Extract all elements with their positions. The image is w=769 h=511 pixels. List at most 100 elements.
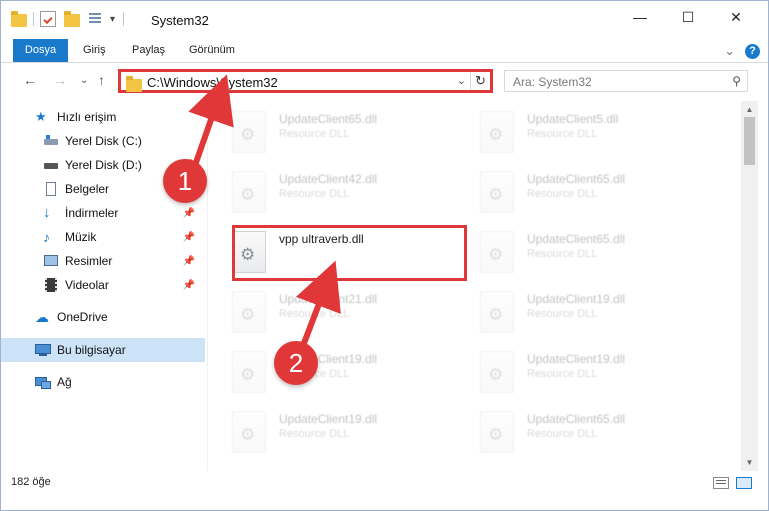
sidebar-item-label: Hızlı erişim — [57, 110, 117, 124]
properties-icon[interactable] — [40, 11, 56, 27]
file-type: Resource DLL — [527, 248, 598, 260]
music-note-icon: ♪ — [43, 229, 50, 245]
address-path[interactable]: C:\Windows\System32 — [147, 75, 278, 90]
tab-view[interactable]: Görünüm — [189, 39, 235, 62]
file-type: Resource DLL — [279, 308, 350, 320]
address-dropdown-icon[interactable]: ⌄ — [457, 74, 466, 87]
sidebar-item-local-disk-c[interactable]: Yerel Disk (C:) — [1, 129, 205, 153]
tab-file[interactable]: Dosya — [13, 39, 68, 62]
scroll-down-icon[interactable]: ▼ — [741, 454, 758, 471]
sidebar-item-label: Yerel Disk (D:) — [65, 158, 142, 172]
network-icon — [35, 375, 51, 389]
file-tile[interactable]: UpdateClient19.dll Resource DLL — [464, 345, 704, 399]
cloud-icon: ☁ — [35, 309, 49, 325]
ribbon-tabs: Dosya Giriş Paylaş Görünüm ⌄ ? — [1, 39, 768, 63]
folder-icon — [11, 10, 27, 27]
file-tile[interactable]: UpdateClient65.dll Resource DLL — [464, 405, 704, 459]
computer-icon — [35, 343, 51, 357]
title-bar: ▾ System32 — ☐ ✕ — [1, 1, 768, 39]
file-name: UpdateClient65.dll — [279, 112, 378, 126]
file-name: UpdateClient19.dll — [527, 352, 626, 366]
sidebar-item-label: Ağ — [57, 375, 72, 389]
minimize-button[interactable]: — — [617, 1, 663, 33]
file-name: UpdateClient42.dll — [279, 172, 378, 186]
scrollbar-thumb[interactable] — [744, 117, 755, 165]
dll-file-icon — [232, 291, 266, 333]
file-type: Resource DLL — [279, 128, 350, 140]
sidebar-item-music[interactable]: ♪ Müzik 📌 — [1, 225, 205, 249]
maximize-button[interactable]: ☐ — [665, 1, 711, 33]
pin-icon[interactable]: 📌 — [183, 280, 195, 291]
details-view-icon[interactable] — [713, 477, 729, 489]
forward-button[interactable]: → — [53, 72, 67, 88]
file-type: Resource DLL — [527, 188, 598, 200]
customize-toolbar-chevron-icon[interactable]: ▾ — [110, 14, 115, 25]
navigation-bar: ← → ⌄ ↑ C:\Windows\System32 ⌄ ↻ Ara: Sys… — [1, 64, 768, 97]
search-input[interactable]: Ara: System32 — [513, 75, 592, 89]
window-title: System32 — [151, 13, 209, 28]
new-folder-icon[interactable] — [64, 10, 80, 27]
dll-file-icon — [232, 411, 266, 453]
sidebar-item-pictures[interactable]: Resimler 📌 — [1, 249, 205, 273]
address-bar[interactable]: C:\Windows\System32 ⌄ ↻ — [118, 69, 493, 93]
sidebar-item-this-pc[interactable]: Bu bilgisayar — [1, 338, 205, 362]
documents-icon — [43, 182, 59, 196]
scroll-up-icon[interactable]: ▲ — [741, 101, 758, 118]
separator — [123, 12, 125, 26]
sidebar-item-quick-access[interactable]: ★ Hızlı erişim — [1, 105, 205, 129]
sidebar-item-label: Belgeler — [65, 182, 110, 196]
sidebar-item-label: Müzik — [65, 230, 97, 244]
search-icon[interactable]: ⚲ — [732, 74, 741, 88]
sidebar-item-onedrive[interactable]: ☁ OneDrive — [1, 305, 205, 329]
dll-file-icon — [480, 231, 514, 273]
dll-file-icon — [480, 351, 514, 393]
dll-file-icon — [480, 111, 514, 153]
file-tile[interactable]: UpdateClient65.dll Resource DLL — [464, 165, 704, 219]
tiles-view-icon[interactable] — [736, 477, 752, 489]
quick-access-toolbar: ▾ — [11, 10, 130, 27]
search-box[interactable]: Ara: System32 ⚲ — [504, 70, 748, 92]
file-tile[interactable]: UpdateClient19.dll Resource DLL — [216, 345, 456, 399]
up-button[interactable]: ↑ — [98, 72, 105, 88]
sidebar-item-label: İndirmeler — [65, 206, 119, 220]
sidebar-item-videos[interactable]: Videolar 📌 — [1, 273, 205, 297]
tab-home[interactable]: Giriş — [83, 39, 106, 62]
file-tile[interactable]: UpdateClient65.dll Resource DLL — [216, 105, 456, 159]
refresh-button[interactable]: ↻ — [470, 72, 490, 90]
pin-icon[interactable]: 📌 — [183, 232, 195, 243]
pin-icon[interactable]: 📌 — [183, 208, 195, 219]
step-1-badge: 1 — [163, 159, 207, 203]
back-button[interactable]: ← — [23, 72, 37, 88]
file-tile[interactable]: UpdateClient19.dll Resource DLL — [216, 405, 456, 459]
dll-file-icon — [232, 111, 266, 153]
file-tile[interactable]: UpdateClient65.dll Resource DLL — [464, 225, 704, 279]
navigation-pane: ★ Hızlı erişim Yerel Disk (C:) Yerel Dis… — [1, 101, 206, 471]
file-type: Resource DLL — [527, 428, 598, 440]
pin-icon[interactable]: 📌 — [183, 256, 195, 267]
pane-divider[interactable] — [207, 101, 208, 471]
file-list: UpdateClient65.dll Resource DLL UpdateCl… — [216, 101, 741, 471]
file-tile[interactable]: UpdateClient19.dll Resource DLL — [464, 285, 704, 339]
file-type: Resource DLL — [527, 368, 598, 380]
file-tile[interactable]: UpdateClient42.dll Resource DLL — [216, 165, 456, 219]
help-icon[interactable]: ? — [745, 43, 760, 59]
file-name: UpdateClient65.dll — [527, 172, 626, 186]
sidebar-item-label: Videolar — [65, 278, 109, 292]
file-tile[interactable]: UpdateClient21.dll Resource DLL — [216, 285, 456, 339]
view-options-icon[interactable] — [88, 11, 104, 27]
dll-file-icon — [480, 291, 514, 333]
file-type: Resource DLL — [279, 428, 350, 440]
file-name: UpdateClient5.dll — [527, 112, 619, 126]
sidebar-item-label: Yerel Disk (C:) — [65, 134, 142, 148]
pictures-icon — [43, 254, 59, 268]
file-tile[interactable]: UpdateClient5.dll Resource DLL — [464, 105, 704, 159]
sidebar-item-downloads[interactable]: ↓ İndirmeler 📌 — [1, 201, 205, 225]
expand-ribbon-chevron-icon[interactable]: ⌄ — [724, 43, 735, 59]
sidebar-item-network[interactable]: Ağ — [1, 370, 205, 394]
recent-locations-button[interactable]: ⌄ — [80, 75, 88, 86]
tab-share[interactable]: Paylaş — [132, 39, 165, 62]
separator — [33, 12, 34, 26]
file-type: Resource DLL — [527, 128, 598, 140]
close-button[interactable]: ✕ — [713, 1, 759, 33]
vertical-scrollbar[interactable]: ▲ ▼ — [741, 101, 758, 471]
